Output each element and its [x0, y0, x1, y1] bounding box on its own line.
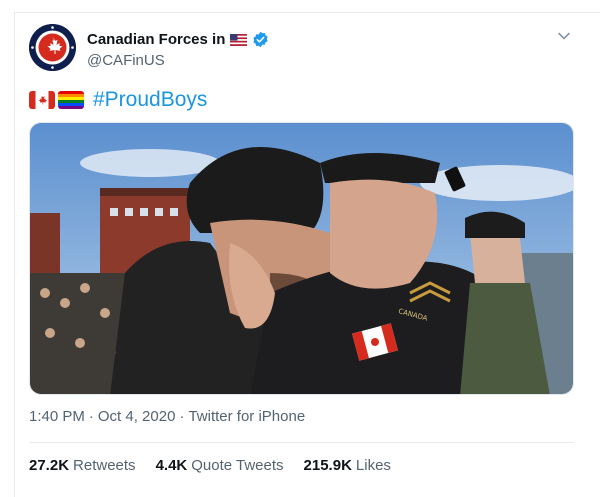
tweet-source[interactable]: Twitter for iPhone — [188, 408, 305, 425]
divider — [29, 442, 574, 443]
quote-tweets-stat[interactable]: 4.4K Quote Tweets — [156, 457, 284, 474]
meta-separator: · — [179, 408, 185, 425]
account-handle[interactable]: @CAFinUS — [87, 52, 165, 69]
hashtag-link[interactable]: #ProudBoys — [93, 88, 207, 112]
tweet-header: Canadian Forces in @CAFinUS — [29, 24, 584, 72]
chevron-down-icon[interactable] — [556, 28, 572, 44]
tweet-time[interactable]: 1:40 PM — [29, 408, 85, 425]
tweet-photo[interactable]: CANADA — [29, 122, 574, 395]
us-flag-icon — [230, 33, 248, 46]
retweets-label: Retweets — [73, 457, 136, 474]
quote-tweets-label: Quote Tweets — [191, 457, 284, 474]
meta-separator: · — [88, 408, 94, 425]
likes-label: Likes — [355, 457, 391, 474]
avatar[interactable] — [29, 24, 76, 71]
likes-count: 215.9K — [303, 457, 352, 474]
likes-stat[interactable]: 215.9K Likes — [304, 457, 391, 474]
canada-flag-icon — [29, 91, 55, 109]
name-row[interactable]: Canadian Forces in — [87, 29, 269, 49]
photo-illustration: CANADA — [30, 123, 573, 394]
retweets-count: 27.2K — [29, 457, 70, 474]
tweet-meta: 1:40 PM · Oct 4, 2020 · Twitter for iPho… — [29, 408, 305, 425]
quote-tweets-count: 4.4K — [155, 457, 188, 474]
tweet-date[interactable]: Oct 4, 2020 — [98, 408, 176, 425]
verified-badge-icon — [252, 31, 269, 48]
tweet-stats: 27.2K Retweets 4.4K Quote Tweets 215.9K … — [29, 457, 391, 474]
retweets-stat[interactable]: 27.2K Retweets — [29, 457, 136, 474]
rainbow-flag-icon — [58, 91, 84, 109]
tweet-text: #ProudBoys — [29, 86, 207, 114]
canadian-forces-roundel-icon — [29, 24, 76, 71]
display-name[interactable]: Canadian Forces in — [87, 31, 225, 48]
